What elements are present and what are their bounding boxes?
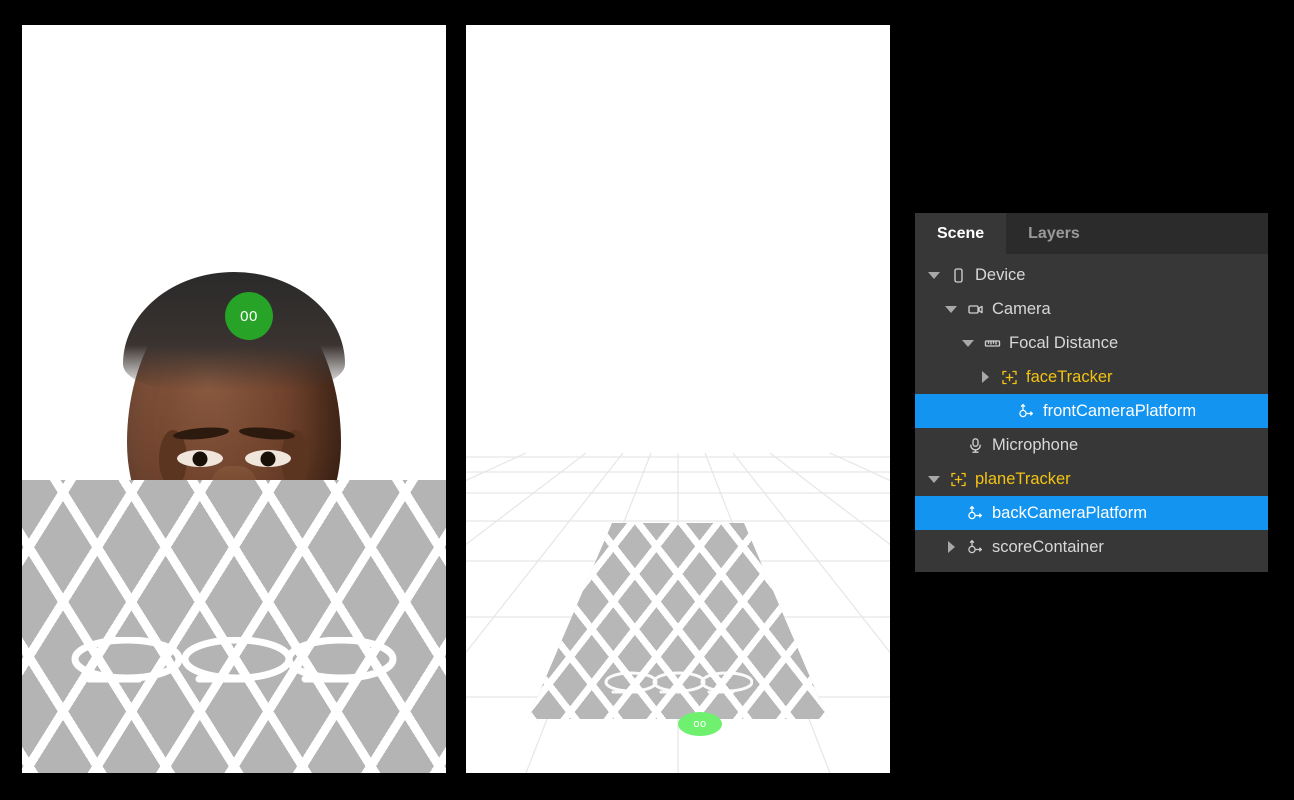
device-icon [945, 267, 971, 284]
chevron-down-icon[interactable] [923, 475, 945, 483]
tracker-icon [996, 369, 1022, 386]
scene-tree-label: Device [975, 265, 1026, 284]
front-badge-label: 00 [240, 307, 258, 325]
ruler-icon [979, 335, 1005, 352]
pupil-left [192, 451, 208, 466]
scene-tree-label: scoreContainer [992, 537, 1104, 556]
subject-eyebrow-left [172, 425, 230, 442]
chevron-right-icon[interactable] [940, 541, 962, 553]
scene-tree-row-planeTracker[interactable]: planeTracker [915, 462, 1268, 496]
back-ar-score-badge: oo [678, 712, 722, 736]
scene-tree-label: backCameraPlatform [992, 503, 1147, 522]
scene-tree-row-frontCameraPlatform[interactable]: frontCameraPlatform [915, 394, 1268, 428]
pupil-right [260, 451, 276, 466]
subject-eye-right [245, 450, 291, 467]
scene-tree-label: planeTracker [975, 469, 1071, 488]
subject-eyebrow-right [238, 425, 296, 442]
app-root: 00 oo Scene Layers Device Camera Focal D… [0, 0, 1294, 800]
back-camera-viewport[interactable]: oo [466, 25, 890, 773]
axes-icon [962, 505, 988, 522]
tab-scene[interactable]: Scene [915, 213, 1007, 254]
scene-tree-row-Microphone[interactable]: Microphone [915, 428, 1268, 462]
front-ar-ground-plane [22, 480, 446, 773]
back-badge-label: oo [693, 718, 707, 730]
scene-tree-row-Focal Distance[interactable]: Focal Distance [915, 326, 1268, 360]
camera-icon [962, 301, 988, 318]
scene-tree-row-faceTracker[interactable]: faceTracker [915, 360, 1268, 394]
scene-tree-row-scoreContainer[interactable]: scoreContainer [915, 530, 1268, 564]
scene-tree-label: frontCameraPlatform [1043, 401, 1197, 420]
scene-tree-label: faceTracker [1026, 367, 1113, 386]
scene-tree-label: Microphone [992, 435, 1079, 454]
tab-scene-label: Scene [937, 224, 985, 242]
scene-panel: Scene Layers Device Camera Focal Distance f… [915, 213, 1268, 572]
chevron-down-icon[interactable] [940, 305, 962, 313]
subject-eye-left [177, 450, 223, 467]
axes-icon [1013, 403, 1039, 420]
chevron-right-icon[interactable] [974, 371, 996, 383]
front-camera-viewport[interactable]: 00 [22, 25, 446, 773]
scene-tree-row-backCameraPlatform[interactable]: backCameraPlatform [915, 496, 1268, 530]
tab-layers[interactable]: Layers [1006, 213, 1102, 254]
microphone-icon [962, 437, 988, 454]
scene-tree-row-Device[interactable]: Device [915, 258, 1268, 292]
scene-tree-row-Camera[interactable]: Camera [915, 292, 1268, 326]
scene-tree-label: Focal Distance [1009, 333, 1119, 352]
front-ar-score-badge: 00 [225, 292, 273, 340]
tab-layers-label: Layers [1028, 224, 1080, 242]
scene-tree: Device Camera Focal Distance faceTracker fr… [915, 254, 1268, 564]
chevron-down-icon[interactable] [923, 271, 945, 279]
panel-tabbar: Scene Layers [915, 213, 1268, 254]
axes-icon [962, 539, 988, 556]
tracker-icon [945, 471, 971, 488]
scene-tree-label: Camera [992, 299, 1051, 318]
chevron-down-icon[interactable] [957, 339, 979, 347]
